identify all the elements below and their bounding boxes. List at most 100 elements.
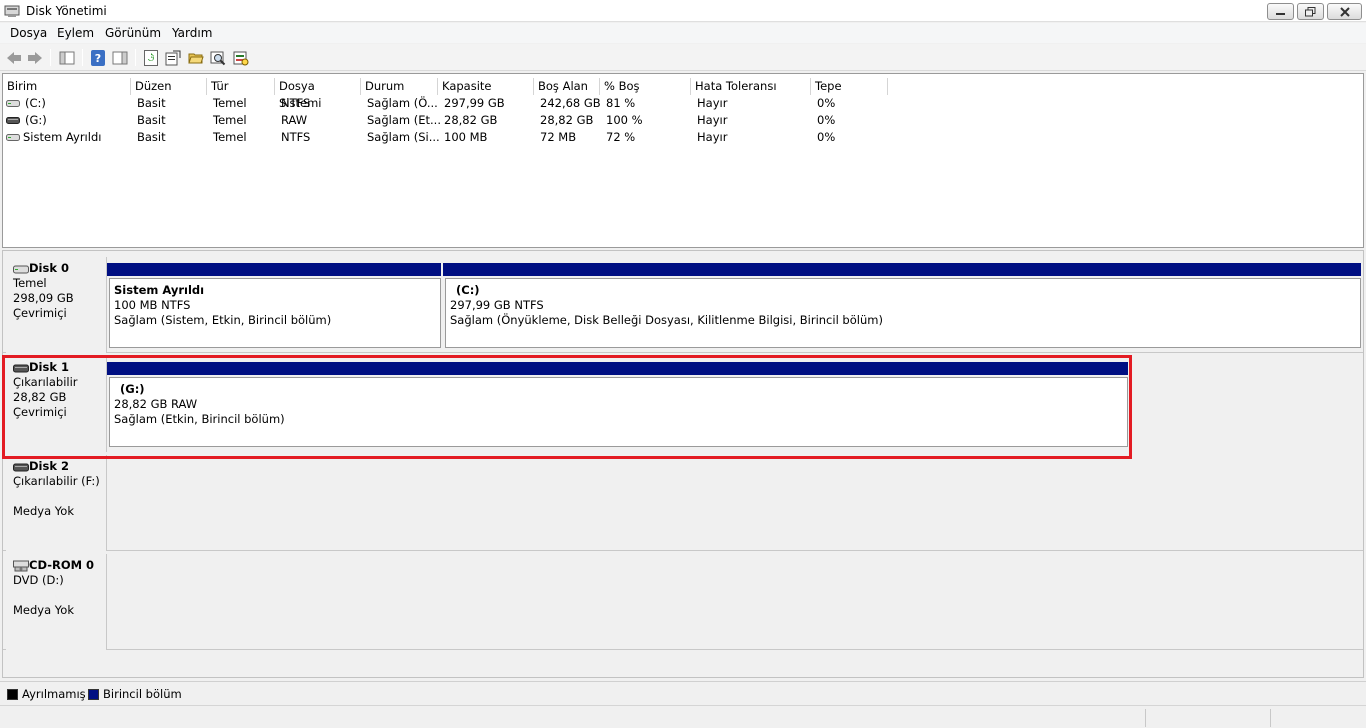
explore-icon xyxy=(210,51,226,65)
column-header-hata-toleransi[interactable]: Hata Toleransı xyxy=(691,78,811,95)
show-hide-action-icon xyxy=(112,51,128,64)
partition-size: 100 MB NTFS xyxy=(114,298,191,312)
cell-bos-alan: 242,68 GB xyxy=(540,96,601,110)
rescan-disks-button[interactable] xyxy=(231,48,251,67)
refresh-icon xyxy=(144,49,158,66)
cell-birim: (C:) xyxy=(25,96,46,110)
help-button[interactable]: ? xyxy=(88,48,108,67)
legend-swatch xyxy=(88,688,99,700)
column-header-dosya-sistemi[interactable]: Dosya Sistemi xyxy=(275,78,361,110)
disk-name: CD-ROM 0 xyxy=(29,558,95,572)
column-header-kapasite[interactable]: Kapasite xyxy=(438,78,534,95)
cell-dosya-sistemi: NTFS xyxy=(281,130,311,144)
disk-size: 298,09 GB xyxy=(13,291,74,305)
disk-label-disk-2[interactable]: Disk 2 Çıkarılabilir (F:) Medya Yok xyxy=(6,455,107,551)
cell-duzen: Basit xyxy=(137,130,166,144)
menu-yardim[interactable]: Yardım xyxy=(172,26,212,40)
partition-c[interactable]: (C:) 297,99 GB NTFS Sağlam (Önyükleme, D… xyxy=(445,278,1361,348)
column-header-durum[interactable]: Durum xyxy=(361,78,438,95)
cd-rom-icon xyxy=(13,560,29,571)
disk-status: Çevrimiçi xyxy=(13,306,67,320)
cell-tur: Temel xyxy=(213,130,247,144)
column-header-birim[interactable]: Birim xyxy=(3,78,131,95)
menu-bar: Dosya Eylem Görünüm Yardım xyxy=(0,23,1366,43)
forward-arrow-icon xyxy=(28,51,42,64)
toolbar: ? xyxy=(0,44,1366,71)
legend-swatch xyxy=(7,688,18,700)
cell-yuzde-bos: 81 % xyxy=(606,96,636,110)
show-hide-tree-button[interactable] xyxy=(57,48,77,67)
drive-icon xyxy=(6,100,20,107)
close-button[interactable] xyxy=(1327,3,1362,20)
disk-type: DVD (D:) xyxy=(13,573,64,587)
menu-dosya[interactable]: Dosya xyxy=(10,26,47,40)
cell-tepe: 0% xyxy=(817,130,836,144)
maximize-button[interactable] xyxy=(1297,3,1324,20)
menu-eylem[interactable]: Eylem xyxy=(57,26,94,40)
explore-button[interactable] xyxy=(208,48,228,67)
help-icon: ? xyxy=(91,49,105,66)
disk-status: Medya Yok xyxy=(13,504,74,518)
cell-hata-toleransi: Hayır xyxy=(697,130,728,144)
cell-kapasite: 28,82 GB xyxy=(444,113,498,127)
cell-kapasite: 297,99 GB xyxy=(444,96,505,110)
cell-durum: Sağlam (Ö... xyxy=(367,96,438,110)
disk-map: Disk 0 Temel 298,09 GB Çevrimiçi Sistem … xyxy=(2,250,1364,678)
cell-yuzde-bos: 72 % xyxy=(606,130,636,144)
cell-dosya-sistemi: NTFS xyxy=(281,96,311,110)
highlight-box xyxy=(2,355,1132,459)
cell-hata-toleransi: Hayır xyxy=(697,96,728,110)
cell-bos-alan: 72 MB xyxy=(540,130,577,144)
menu-gorunum[interactable]: Görünüm xyxy=(105,26,161,40)
open-folder-button[interactable] xyxy=(186,48,206,67)
cell-duzen: Basit xyxy=(137,96,166,110)
cell-kapasite: 100 MB xyxy=(444,130,488,144)
back-button[interactable] xyxy=(4,48,24,67)
open-folder-icon xyxy=(188,53,204,63)
disk-label-cd-rom-0[interactable]: CD-ROM 0 DVD (D:) Medya Yok xyxy=(6,554,107,650)
disk-type: Temel xyxy=(13,276,47,290)
legend-label: Birincil bölüm xyxy=(103,687,182,701)
minimize-button[interactable] xyxy=(1267,3,1294,20)
table-row[interactable]: (C:) Basit Temel NTFS Sağlam (Ö... 297,9… xyxy=(3,95,1363,112)
back-arrow-icon xyxy=(7,51,21,64)
cell-dosya-sistemi: RAW xyxy=(281,113,308,127)
rescan-disks-icon xyxy=(233,51,249,65)
legend-item-primary: Birincil bölüm xyxy=(88,687,182,701)
cell-durum: Sağlam (Si... xyxy=(367,130,440,144)
disk-status: Medya Yok xyxy=(13,603,74,617)
removable-disk-icon xyxy=(13,463,29,471)
cell-duzen: Basit xyxy=(137,113,166,127)
partition-size: 297,99 GB NTFS xyxy=(450,298,544,312)
close-icon xyxy=(1339,6,1350,17)
partition-name: (C:) xyxy=(456,283,480,297)
status-bar xyxy=(0,705,1366,728)
cell-tur: Temel xyxy=(213,96,247,110)
partition-header-system-reserved xyxy=(107,263,441,276)
column-header-tepe[interactable]: Tepe xyxy=(811,78,888,95)
show-hide-tree-icon xyxy=(59,51,75,64)
column-header-bos-alan[interactable]: Boş Alan xyxy=(534,78,600,95)
cell-hata-toleransi: Hayır xyxy=(697,113,728,127)
column-header-yuzde-bos[interactable]: % Boş xyxy=(600,78,691,95)
legend-label: Ayrılmamış xyxy=(22,687,86,701)
removable-drive-icon xyxy=(6,117,20,124)
disk-label-disk-0[interactable]: Disk 0 Temel 298,09 GB Çevrimiçi xyxy=(6,257,107,353)
properties-button[interactable] xyxy=(163,48,183,67)
column-header-tur[interactable]: Tür xyxy=(207,78,275,95)
forward-button[interactable] xyxy=(25,48,45,67)
cell-tepe: 0% xyxy=(817,96,836,110)
cell-birim: (G:) xyxy=(25,113,47,127)
disk-row-disk-2: Disk 2 Çıkarılabilir (F:) Medya Yok xyxy=(3,455,1363,551)
partition-name: Sistem Ayrıldı xyxy=(114,283,205,297)
show-hide-action-button[interactable] xyxy=(110,48,130,67)
table-row[interactable]: Sistem Ayrıldı Basit Temel NTFS Sağlam (… xyxy=(3,129,1363,146)
legend-item-unallocated: Ayrılmamış xyxy=(7,687,86,701)
disk-icon xyxy=(13,265,29,273)
table-row[interactable]: (G:) Basit Temel RAW Sağlam (Et... 28,82… xyxy=(3,112,1363,129)
cell-tur: Temel xyxy=(213,113,247,127)
title-bar: Disk Yönetimi xyxy=(0,0,1366,22)
partition-system-reserved[interactable]: Sistem Ayrıldı 100 MB NTFS Sağlam (Siste… xyxy=(109,278,441,348)
refresh-button[interactable] xyxy=(141,48,161,67)
column-header-duzen[interactable]: Düzen xyxy=(131,78,207,95)
